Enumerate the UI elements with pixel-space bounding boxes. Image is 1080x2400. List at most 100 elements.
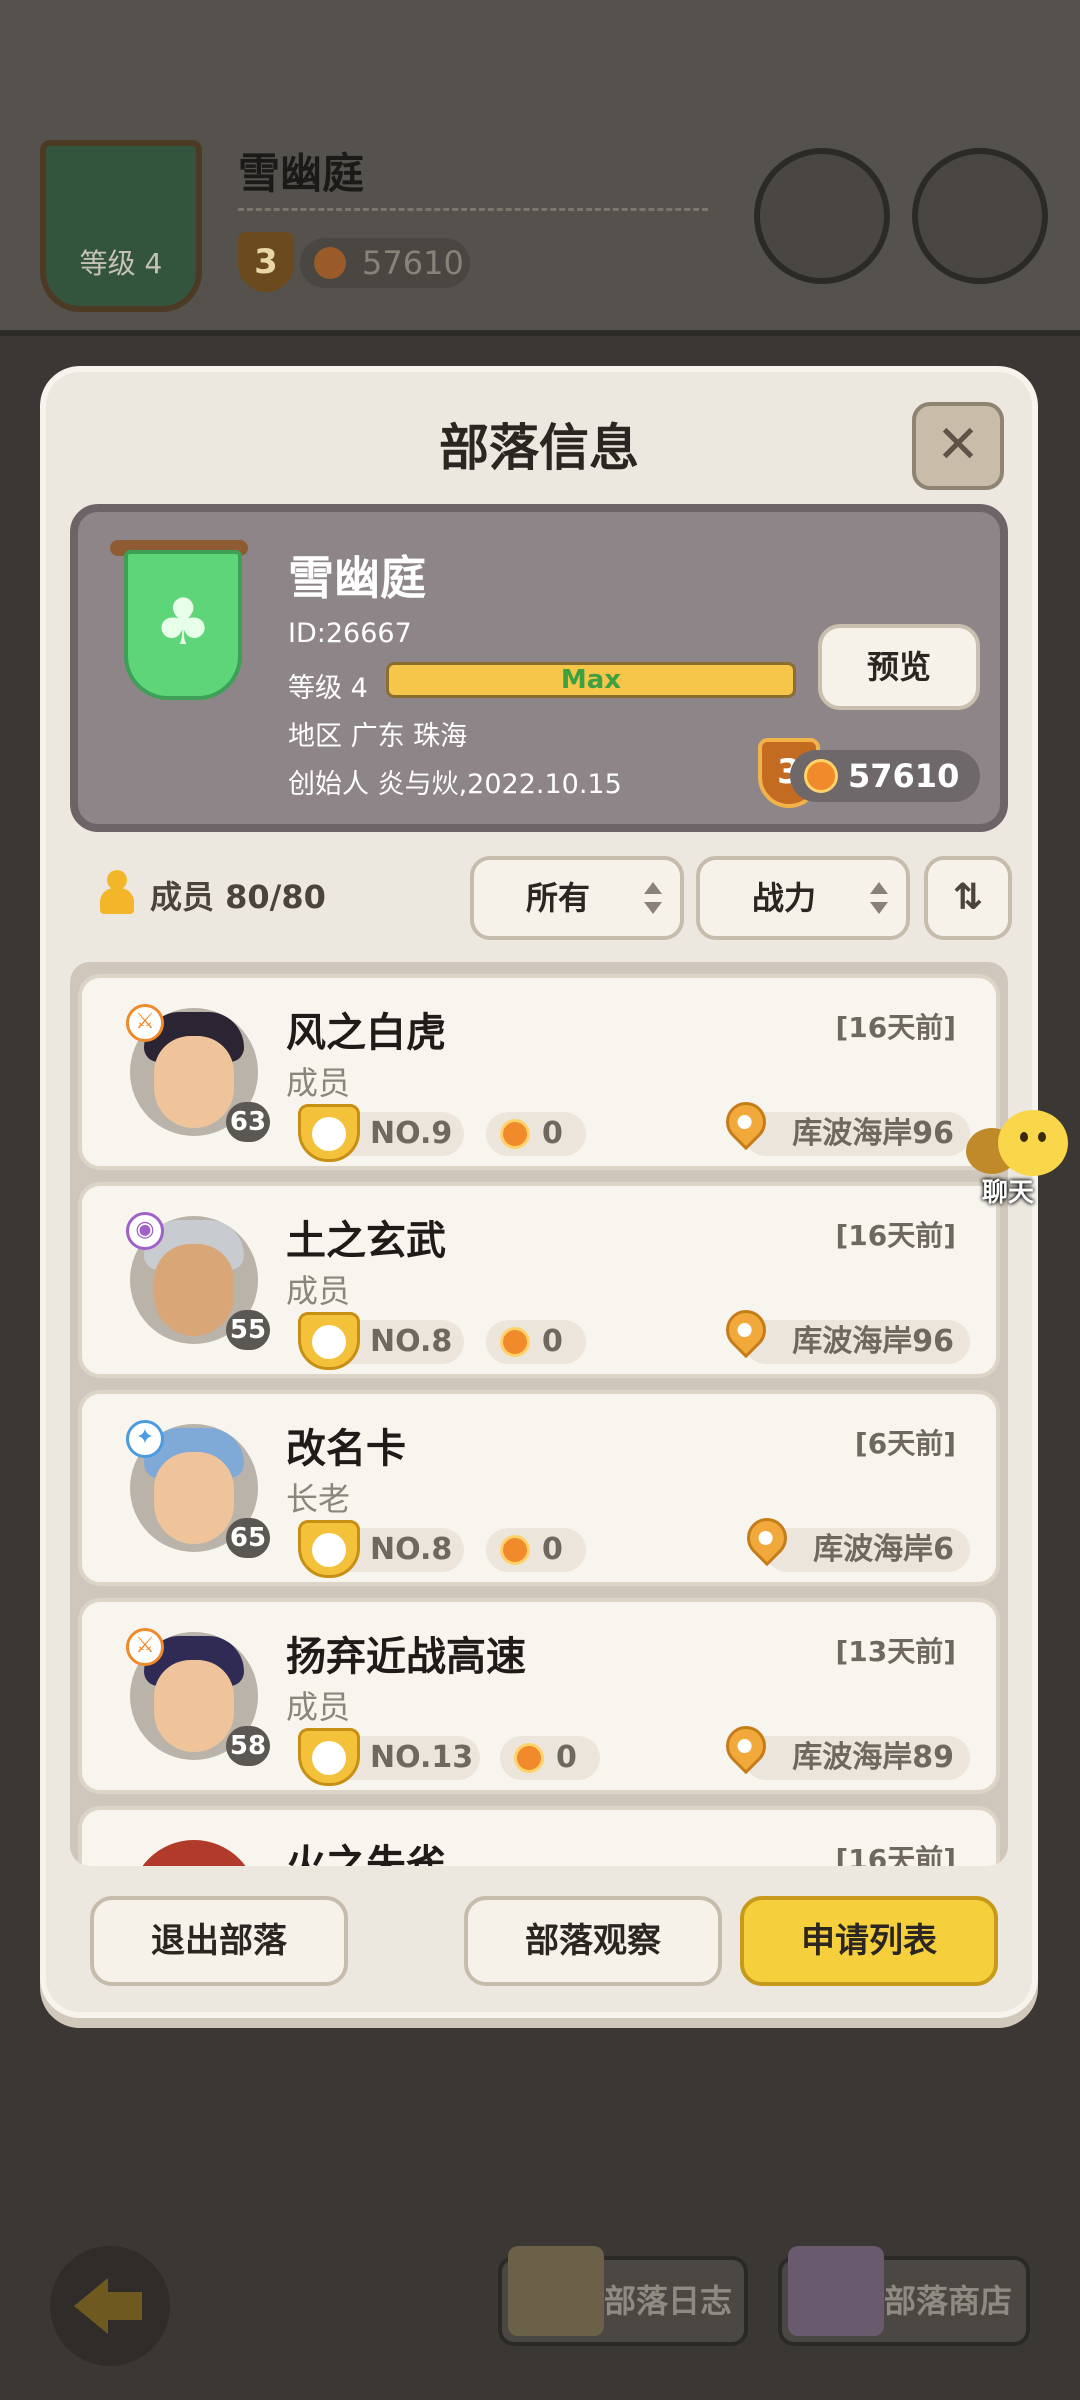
tribe-level-label: 等级 4 bbox=[288, 673, 368, 704]
background-ranking-button bbox=[912, 148, 1048, 284]
flame-icon bbox=[500, 1327, 530, 1357]
background-power-value: 57610 bbox=[362, 244, 464, 282]
tribe-id: ID:26667 bbox=[288, 618, 412, 649]
back-arrow-icon bbox=[74, 2278, 144, 2334]
modal-title: 部落信息 bbox=[439, 419, 639, 477]
flame-icon bbox=[500, 1119, 530, 1149]
chat-button[interactable]: 聊天 bbox=[960, 1106, 1080, 1208]
tribe-shop-button[interactable]: 部落商店 bbox=[778, 2246, 1030, 2346]
location-pin-icon bbox=[717, 1093, 775, 1151]
location-pin-icon bbox=[717, 1717, 775, 1775]
member-row[interactable]: ⚔ 63 风之白虎 成员 [16天前] NO.9 0 库波海岸96 bbox=[78, 974, 1000, 1170]
member-name: 扬弃近战高速 bbox=[286, 1634, 526, 1680]
member-count: 成员 80/80 bbox=[150, 878, 326, 916]
level-progress-bar: Max bbox=[386, 662, 796, 698]
background-emblem-level: 等级 4 bbox=[79, 247, 163, 280]
member-row[interactable]: ✦ 65 改名卡 长老 [6天前] NO.8 0 库波海岸6 bbox=[78, 1390, 1000, 1586]
sort-order-button[interactable]: ⇅ bbox=[924, 856, 1012, 940]
palm-tree-icon: ♣ bbox=[124, 550, 242, 700]
role-sword-icon: ⚔ bbox=[126, 1004, 164, 1042]
member-name: 火之朱雀 bbox=[286, 1842, 446, 1866]
tribe-power-value: 57610 bbox=[848, 757, 960, 795]
member-row[interactable]: ◉ 55 土之玄武 成员 [16天前] NO.8 0 库波海岸96 bbox=[78, 1182, 1000, 1378]
member-rank-no: NO.9 bbox=[298, 1104, 464, 1162]
medal-icon bbox=[298, 1312, 360, 1370]
member-rank: 成员 bbox=[286, 1688, 351, 1726]
flame-icon bbox=[804, 759, 838, 793]
tribe-log-button[interactable]: 部落日志 bbox=[498, 2246, 748, 2346]
tribe-log-label: 部落日志 bbox=[604, 2282, 733, 2320]
member-last-online: [13天前] bbox=[835, 1635, 956, 1668]
role-sword-icon: ⚔ bbox=[126, 1628, 164, 1666]
back-button[interactable] bbox=[50, 2246, 170, 2366]
member-name: 风之白虎 bbox=[286, 1010, 446, 1056]
background-shield-badge: 3 bbox=[238, 232, 294, 292]
member-last-online: [16天前] bbox=[835, 1011, 956, 1044]
member-power: 0 bbox=[500, 1736, 600, 1780]
location-pin-icon bbox=[738, 1509, 796, 1567]
member-rank: 长老 bbox=[286, 1480, 351, 1518]
member-level-badge: 63 bbox=[226, 1102, 270, 1142]
background-tribe-name: 雪幽庭 bbox=[238, 149, 365, 198]
avatar bbox=[130, 1840, 258, 1866]
member-location: 库波海岸89 bbox=[717, 1717, 970, 1780]
tribe-founder: 创始人 炎与炏,2022.10.15 bbox=[288, 769, 622, 800]
background-avatar-button bbox=[754, 148, 890, 284]
leave-tribe-button[interactable]: 退出部落 bbox=[90, 1896, 348, 1986]
background-power-pill: 57610 bbox=[300, 238, 470, 288]
person-icon bbox=[98, 870, 136, 916]
tribe-name: 雪幽庭 bbox=[288, 551, 426, 605]
member-power: 0 bbox=[486, 1320, 586, 1364]
sort-field-dropdown[interactable]: 战力 bbox=[696, 856, 910, 940]
member-level-badge: 55 bbox=[226, 1310, 270, 1350]
location-pin-icon bbox=[717, 1301, 775, 1359]
member-last-online: [16天前] bbox=[835, 1843, 956, 1866]
tribe-info-modal: 部落信息 ✕ ♣ 雪幽庭 ID:26667 等级 4 Max 地区 广东 珠海 … bbox=[46, 372, 1032, 2012]
shop-icon bbox=[788, 2246, 884, 2336]
member-location: 库波海岸96 bbox=[717, 1093, 970, 1156]
member-filter-label: 所有 bbox=[526, 879, 591, 917]
member-name: 改名卡 bbox=[286, 1426, 406, 1472]
medal-icon bbox=[298, 1728, 360, 1786]
member-rank-no: NO.8 bbox=[298, 1312, 464, 1370]
role-wand-icon: ✦ bbox=[126, 1420, 164, 1458]
member-power: 0 bbox=[486, 1112, 586, 1156]
member-level-badge: 58 bbox=[226, 1726, 270, 1766]
member-last-online: [16天前] bbox=[835, 1219, 956, 1252]
application-list-button[interactable]: 申请列表 bbox=[740, 1896, 998, 1986]
scroll-icon bbox=[508, 2246, 604, 2336]
background-divider bbox=[238, 208, 708, 211]
member-location: 库波海岸6 bbox=[738, 1509, 970, 1572]
close-button[interactable]: ✕ bbox=[912, 402, 1004, 490]
flame-icon bbox=[514, 1743, 544, 1773]
sort-arrows-icon bbox=[870, 880, 888, 916]
sort-arrows-icon bbox=[644, 880, 662, 916]
background-tribe-emblem: 等级 4 bbox=[40, 140, 202, 312]
chat-face-icon bbox=[998, 1110, 1068, 1176]
flame-icon bbox=[314, 247, 346, 279]
flame-icon bbox=[500, 1535, 530, 1565]
medal-icon bbox=[298, 1520, 360, 1578]
member-rank: 成员 bbox=[286, 1272, 351, 1310]
member-rank: 成员 bbox=[286, 1064, 351, 1102]
member-level-badge: 65 bbox=[226, 1518, 270, 1558]
member-location: 库波海岸96 bbox=[717, 1301, 970, 1364]
tribe-region: 地区 广东 珠海 bbox=[288, 721, 468, 752]
member-list[interactable]: ⚔ 63 风之白虎 成员 [16天前] NO.9 0 库波海岸96 ◉ 55 土… bbox=[70, 962, 1008, 1866]
tribe-observe-button[interactable]: 部落观察 bbox=[464, 1896, 722, 1986]
member-last-online: [6天前] bbox=[854, 1427, 956, 1460]
preview-button[interactable]: 预览 bbox=[818, 624, 980, 710]
tribe-shop-label: 部落商店 bbox=[884, 2282, 1013, 2320]
member-row[interactable]: ⚔ 58 扬弃近战高速 成员 [13天前] NO.13 0 库波海岸89 bbox=[78, 1598, 1000, 1794]
level-bar-text: Max bbox=[560, 665, 622, 695]
member-filter-dropdown[interactable]: 所有 bbox=[470, 856, 684, 940]
chat-label: 聊天 bbox=[982, 1178, 1035, 1208]
tribe-info-card: ♣ 雪幽庭 ID:26667 等级 4 Max 地区 广东 珠海 创始人 炎与炏… bbox=[70, 504, 1008, 832]
member-rank-no: NO.8 bbox=[298, 1520, 464, 1578]
member-rank-no: NO.13 bbox=[298, 1728, 480, 1786]
medal-icon bbox=[298, 1104, 360, 1162]
member-power: 0 bbox=[486, 1528, 586, 1572]
tribe-emblem: ♣ bbox=[110, 540, 248, 700]
member-name: 土之玄武 bbox=[286, 1218, 446, 1264]
member-row[interactable]: 火之朱雀 [16天前] bbox=[78, 1806, 1000, 1866]
